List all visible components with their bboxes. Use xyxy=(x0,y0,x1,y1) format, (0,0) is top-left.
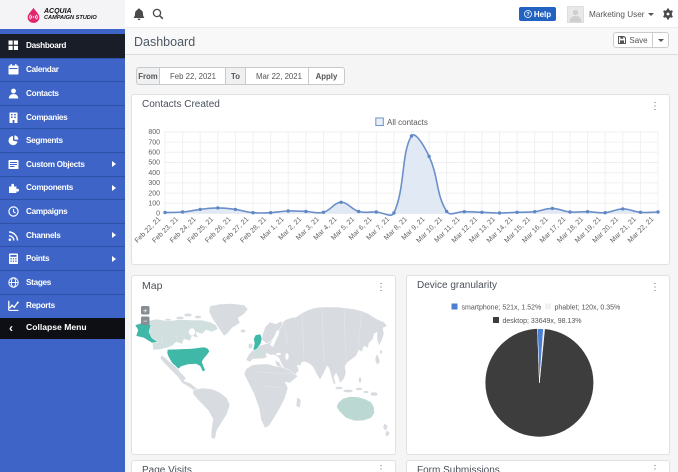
svg-text:+: + xyxy=(143,306,148,315)
svg-text:desktop; 33649x, 98.13%: desktop; 33649x, 98.13% xyxy=(503,318,582,325)
svg-text:700: 700 xyxy=(148,139,160,146)
svg-text:phablet; 120x, 0.35%: phablet; 120x, 0.35% xyxy=(555,304,621,311)
svg-text:600: 600 xyxy=(148,150,160,157)
svg-text:−: − xyxy=(143,316,148,325)
svg-text:800: 800 xyxy=(148,129,160,136)
svg-text:smartphone; 521x, 1.52%: smartphone; 521x, 1.52% xyxy=(462,304,542,311)
svg-text:300: 300 xyxy=(148,180,160,187)
svg-text:100: 100 xyxy=(148,201,160,208)
svg-text:500: 500 xyxy=(148,160,160,167)
svg-text:?: ? xyxy=(526,12,529,18)
svg-text:200: 200 xyxy=(148,190,160,197)
svg-text:400: 400 xyxy=(148,170,160,177)
svg-text:All contacts: All contacts xyxy=(387,118,428,127)
